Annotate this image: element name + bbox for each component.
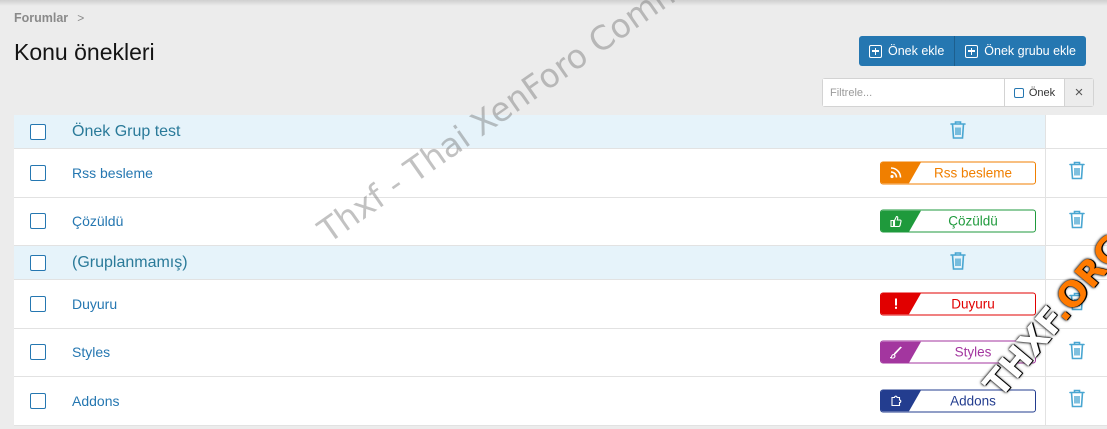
filter-bar: Önek × bbox=[822, 78, 1094, 107]
prefix-row: Styles Styles bbox=[14, 328, 1107, 377]
prefix-badge-text: Addons bbox=[950, 393, 996, 409]
row-action-cell bbox=[1046, 149, 1107, 197]
row-main-cell: Çözüldü Çözüldü bbox=[14, 197, 1046, 245]
prefix-checkbox[interactable] bbox=[1013, 87, 1024, 98]
row-action-cell bbox=[1046, 197, 1107, 245]
row-action-cell bbox=[1046, 280, 1107, 328]
group-title-link[interactable]: Önek Grup test bbox=[72, 123, 181, 141]
row-checkbox[interactable] bbox=[30, 295, 46, 312]
prefix-title-link[interactable]: Addons bbox=[72, 393, 119, 409]
prefix-row: Duyuru Duyuru bbox=[14, 280, 1107, 329]
delete-group-icon[interactable] bbox=[949, 119, 967, 144]
row-action-cell bbox=[1046, 377, 1107, 425]
group-title-link[interactable]: (Gruplanmamış) bbox=[72, 254, 188, 272]
row-checkbox[interactable] bbox=[30, 344, 46, 361]
prefix-badge: Addons bbox=[880, 389, 1036, 413]
row-action-cell bbox=[1046, 246, 1107, 279]
rss-icon bbox=[881, 162, 921, 184]
prefix-badge-text: Rss besleme bbox=[933, 165, 1013, 181]
prefix-group-row: (Gruplanmamış) bbox=[14, 246, 1107, 280]
add-prefix-label: Önek ekle bbox=[888, 44, 945, 58]
add-prefix-group-button[interactable]: Önek grubu ekle bbox=[954, 36, 1087, 66]
prefix-badge: Rss besleme bbox=[880, 161, 1036, 185]
delete-group-icon[interactable] bbox=[949, 250, 967, 275]
row-main-cell: Duyuru Duyuru bbox=[14, 280, 1046, 328]
prefix-badge: Styles bbox=[880, 340, 1036, 364]
row-action-cell bbox=[1046, 328, 1107, 376]
prefix-title-link[interactable]: Styles bbox=[72, 344, 110, 360]
add-prefix-button[interactable]: Önek ekle bbox=[859, 36, 955, 66]
row-checkbox[interactable] bbox=[30, 213, 46, 230]
prefix-title-link[interactable]: Rss besleme bbox=[72, 165, 153, 181]
prefix-badge-text: Duyuru bbox=[951, 296, 995, 312]
paintbrush-icon bbox=[881, 341, 921, 363]
exclamation-icon bbox=[881, 293, 921, 315]
prefix-row: Rss besleme Rss besleme bbox=[14, 149, 1107, 198]
prefix-row: Çözüldü Çözüldü bbox=[14, 197, 1107, 246]
row-checkbox[interactable] bbox=[30, 164, 46, 181]
top-shade bbox=[0, 0, 1107, 6]
prefix-match-toggle[interactable]: Önek bbox=[1004, 79, 1064, 106]
add-prefix-group-label: Önek grubu ekle bbox=[984, 44, 1077, 58]
prefix-toggle-label: Önek bbox=[1028, 86, 1056, 99]
filter-input[interactable] bbox=[823, 79, 1004, 106]
row-main-cell: Addons Addons bbox=[14, 377, 1046, 425]
row-main-cell: Rss besleme Rss besleme bbox=[14, 149, 1046, 197]
prefix-title-link[interactable]: Çözüldü bbox=[72, 213, 123, 229]
prefix-badge: Duyuru bbox=[880, 292, 1036, 316]
prefix-badge-text: Çözüldü bbox=[948, 213, 998, 229]
row-main-cell: Önek Grup test bbox=[14, 115, 1046, 148]
prefix-badge: Çözüldü bbox=[880, 209, 1036, 233]
row-checkbox[interactable] bbox=[30, 123, 46, 140]
prefix-row: Addons Addons bbox=[14, 377, 1107, 426]
row-action-cell bbox=[1046, 115, 1107, 148]
row-checkbox[interactable] bbox=[30, 254, 46, 271]
delete-prefix-icon[interactable] bbox=[1068, 340, 1086, 365]
breadcrumb-separator: > bbox=[77, 11, 85, 25]
page-title: Konu önekleri bbox=[14, 39, 155, 65]
plus-square-icon bbox=[869, 44, 882, 58]
prefix-list: Önek Grup test Rss besleme Rss besleme Çözü… bbox=[14, 115, 1107, 426]
delete-prefix-icon[interactable] bbox=[1068, 209, 1086, 234]
delete-prefix-icon[interactable] bbox=[1068, 291, 1086, 316]
prefix-title-link[interactable]: Duyuru bbox=[72, 296, 117, 312]
clear-filter-icon[interactable]: × bbox=[1064, 79, 1093, 106]
delete-prefix-icon[interactable] bbox=[1068, 388, 1086, 413]
row-checkbox[interactable] bbox=[30, 392, 46, 409]
plus-square-icon bbox=[965, 44, 979, 58]
breadcrumb: Forumlar > bbox=[14, 11, 84, 25]
thumbs-up-icon bbox=[881, 210, 921, 232]
row-main-cell: (Gruplanmamış) bbox=[14, 246, 1046, 279]
prefix-group-row: Önek Grup test bbox=[14, 115, 1107, 149]
delete-prefix-icon[interactable] bbox=[1068, 160, 1086, 185]
row-main-cell: Styles Styles bbox=[14, 328, 1046, 376]
action-buttons: Önek ekle Önek grubu ekle bbox=[859, 36, 1087, 66]
prefix-badge-text: Styles bbox=[954, 344, 992, 360]
breadcrumb-item-forums[interactable]: Forumlar bbox=[14, 11, 68, 25]
puzzle-icon bbox=[881, 390, 921, 412]
